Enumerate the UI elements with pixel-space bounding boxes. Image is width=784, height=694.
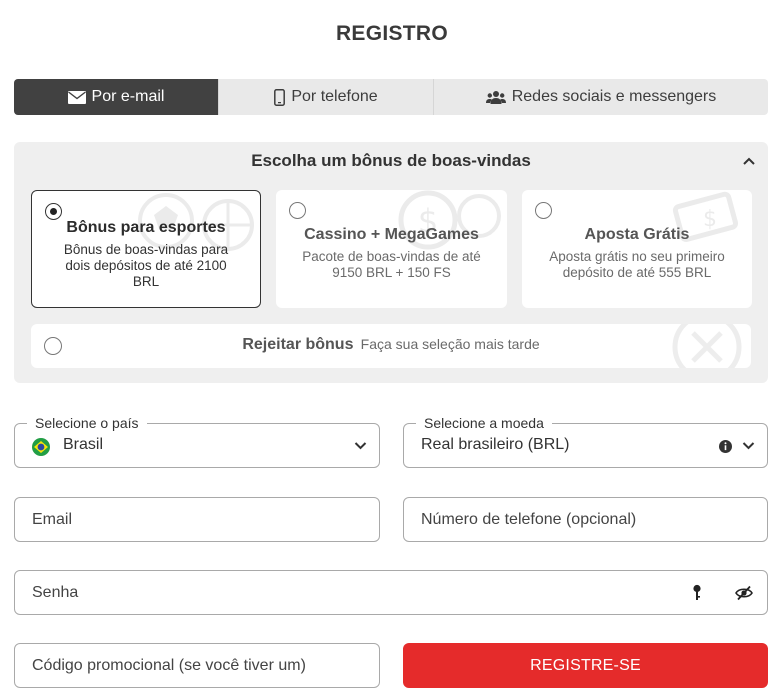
currency-label: Selecione a moeda	[416, 415, 552, 431]
phone-placeholder: Número de telefone (opcional)	[421, 511, 637, 528]
users-icon	[485, 90, 506, 104]
bonus-option-description: Aposta grátis no seu primeiro depósito d…	[549, 249, 725, 280]
bonus-radio-sports[interactable]	[45, 203, 62, 220]
tab-email-label: Por e-mail	[91, 88, 165, 105]
tab-social-label: Redes sociais e messengers	[511, 88, 717, 105]
chevron-down-icon	[354, 442, 367, 450]
bonus-option-freebet[interactable]: $ Aposta Grátis Aposta grátis no seu pri…	[522, 190, 752, 308]
country-label: Selecione o país	[27, 415, 147, 431]
reject-bonus-text: Rejeitar bônus Faça sua seleção mais tar…	[31, 336, 751, 354]
registration-method-tabs: Por e-mail Por telefone Redes sociais e …	[14, 79, 768, 115]
chevron-up-icon[interactable]	[742, 156, 756, 166]
password-field[interactable]: Senha	[14, 570, 768, 615]
bonus-option-description: Bônus de boas-vindas para dois depósitos…	[63, 242, 229, 289]
country-select[interactable]: Selecione o país Brasil	[14, 415, 380, 468]
phone-field[interactable]: Número de telefone (opcional)	[403, 497, 768, 542]
welcome-bonus-panel: Escolha um bônus de boas-vindas Bônus pa…	[14, 142, 768, 383]
brazil-flag-icon	[32, 438, 50, 456]
bonus-option-description: Pacote de boas-vindas de até 9150 BRL + …	[302, 249, 481, 280]
currency-value: Real brasileiro (BRL)	[421, 436, 570, 453]
smartphone-icon	[274, 88, 286, 106]
tab-email[interactable]: Por e-mail	[14, 79, 219, 115]
tab-social[interactable]: Redes sociais e messengers	[434, 79, 768, 115]
bonus-option-sports[interactable]: Bônus para esportes Bônus de boas-vindas…	[31, 190, 261, 308]
currency-select[interactable]: Selecione a moeda Real brasileiro (BRL)	[403, 415, 768, 468]
key-icon[interactable]	[691, 584, 703, 602]
email-field[interactable]: Email	[14, 497, 380, 542]
email-placeholder: Email	[32, 511, 73, 528]
bonus-option-reject[interactable]: Rejeitar bônus Faça sua seleção mais tar…	[31, 324, 751, 368]
page-title: REGISTRO	[335, 22, 449, 45]
password-placeholder: Senha	[32, 584, 79, 601]
bonus-radio-freebet[interactable]	[535, 202, 552, 219]
promo-code-placeholder: Código promocional (se você tiver um)	[32, 657, 306, 674]
tab-phone[interactable]: Por telefone	[219, 79, 434, 115]
reject-bonus-title: Rejeitar bônus	[242, 336, 354, 353]
eye-slash-icon[interactable]	[735, 585, 753, 601]
bonus-radio-casino[interactable]	[289, 202, 306, 219]
country-value: Brasil	[63, 436, 104, 453]
chevron-down-icon	[742, 442, 755, 450]
promo-code-field[interactable]: Código promocional (se você tiver um)	[14, 643, 380, 688]
bonus-option-title: Bônus para esportes	[66, 219, 226, 236]
bonus-heading: Escolha um bônus de boas-vindas	[251, 151, 531, 170]
envelope-icon	[67, 90, 86, 104]
info-icon[interactable]	[718, 439, 733, 454]
register-button[interactable]: REGISTRE-SE	[403, 643, 768, 688]
bonus-option-title: Aposta Grátis	[584, 226, 690, 243]
reject-bonus-subtitle: Faça sua seleção mais tarde	[360, 336, 540, 352]
tab-phone-label: Por telefone	[291, 88, 378, 105]
bonus-option-casino[interactable]: $ Cassino + MegaGames Pacote de boas-vin…	[276, 190, 507, 308]
bonus-option-title: Cassino + MegaGames	[304, 226, 479, 243]
